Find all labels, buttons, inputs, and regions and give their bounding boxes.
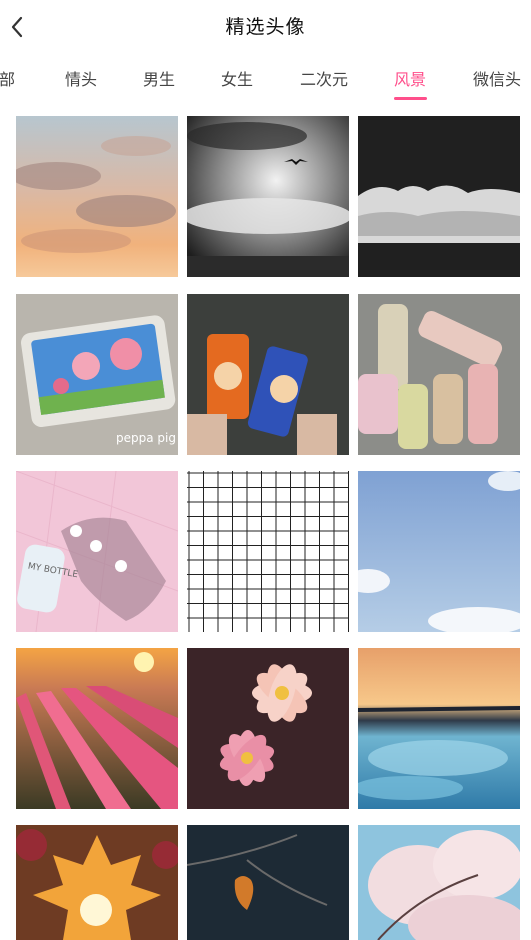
sunset-clouds-image [16, 116, 178, 277]
avatar-tile[interactable] [358, 116, 520, 277]
autumn-leaf-image [16, 825, 178, 940]
frozen-river-image [358, 648, 520, 809]
drink-cans-image [187, 294, 349, 455]
top-bar: 精选头像 [0, 0, 531, 54]
tab-scenery[interactable]: 风景 [394, 66, 426, 90]
avatar-tile[interactable] [187, 116, 349, 277]
frangipani-flowers-image [187, 648, 349, 809]
avatar-tile[interactable] [16, 116, 178, 277]
tab-anime[interactable]: 二次元 [300, 66, 348, 90]
tab-male[interactable]: 男生 [143, 66, 175, 90]
avatar-tile[interactable]: peppa pig [16, 294, 178, 455]
cherry-blossom-image [358, 825, 520, 940]
bottle-shadow-image: MY BOTTLE [16, 471, 178, 632]
category-tabs: 全部 情头 男生 女生 二次元 风景 微信头 [0, 60, 531, 102]
bw-sky-image [187, 116, 349, 277]
tab-all[interactable]: 全部 [0, 66, 15, 90]
avatar-tile[interactable] [358, 648, 520, 809]
avatar-tile[interactable] [187, 825, 349, 940]
avatar-tile[interactable] [187, 294, 349, 455]
avatar-tile[interactable] [358, 825, 520, 940]
avatar-tile[interactable] [187, 471, 349, 632]
peppa-pig-phone-image: peppa pig [16, 294, 178, 455]
page-title: 精选头像 [225, 16, 306, 38]
tab-female[interactable]: 女生 [221, 66, 253, 90]
avatar-tile[interactable] [358, 471, 520, 632]
active-tab-indicator [394, 97, 427, 100]
grid-pattern-image [187, 471, 349, 632]
avatar-tile[interactable] [187, 648, 349, 809]
avatar-tile[interactable] [358, 294, 520, 455]
avatar-tile[interactable] [16, 648, 178, 809]
juice-bottles-image [358, 294, 520, 455]
tab-wechat[interactable]: 微信头 [473, 66, 521, 90]
peppa-pig-caption: peppa pig [116, 431, 176, 445]
dry-leaf-branch-image [187, 825, 349, 940]
avatar-tile[interactable]: MY BOTTLE [16, 471, 178, 632]
blue-sky-image [358, 471, 520, 632]
avatar-tile[interactable] [16, 825, 178, 940]
tab-couple[interactable]: 情头 [65, 66, 97, 90]
tulip-field-image [16, 648, 178, 809]
dark-clouds-image [358, 116, 520, 277]
